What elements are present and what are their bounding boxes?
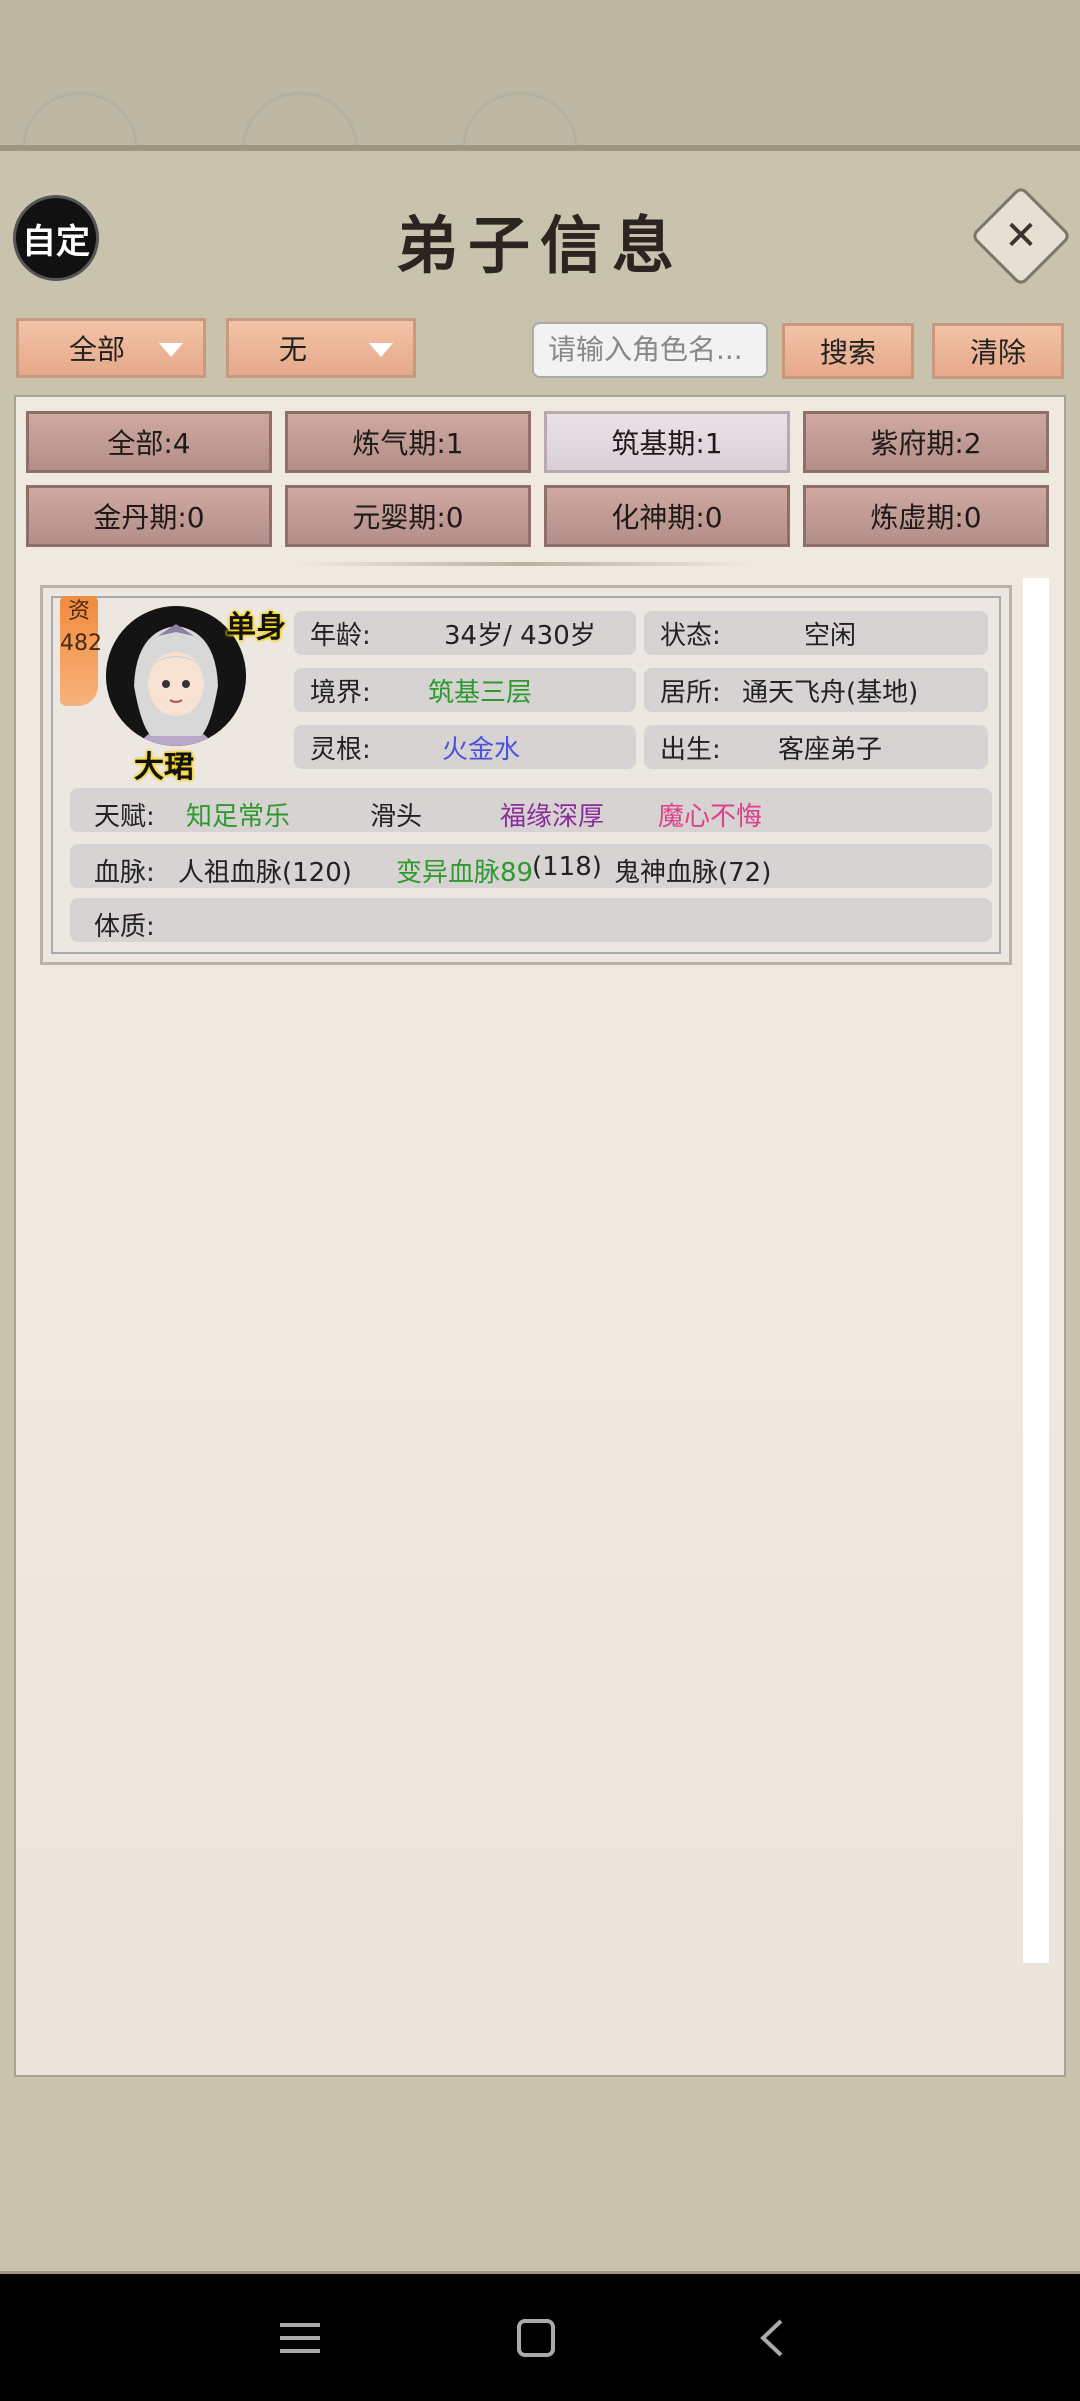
- birth-label: 出生:: [660, 734, 721, 765]
- status-label: 状态:: [660, 620, 721, 651]
- scrollbar[interactable]: [1023, 578, 1049, 1963]
- physique-row: 体质:: [70, 898, 992, 942]
- realm-field: 境界: 筑基三层: [294, 668, 636, 712]
- status-value: 空闲: [804, 620, 857, 651]
- bloodline-item: 鬼神血脉(72): [614, 858, 772, 888]
- character-portrait-icon: [106, 606, 246, 746]
- residence-label: 居所:: [660, 677, 721, 708]
- dropdown-value: 全部: [69, 333, 126, 366]
- divider: [300, 562, 750, 566]
- aptitude-badge: 资 482: [60, 596, 102, 706]
- stage-tab-spirit-transform[interactable]: 化神期:0: [544, 485, 790, 547]
- single-status-tag: 单身: [226, 610, 286, 645]
- bloodline-item: 变异血脉89: [396, 858, 534, 888]
- bamboo-decoration: [16, 1375, 1064, 2075]
- talent-item: 滑头: [370, 802, 423, 832]
- talent-row: 天赋: 知足常乐 滑头 福缘深厚 魔心不悔: [70, 788, 992, 832]
- top-wave-decoration: [0, 0, 1080, 150]
- dropdown-arrow-icon: [369, 343, 393, 357]
- bloodline-row: 血脉: 人祖血脉(120) 变异血脉89 (118) 鬼神血脉(72): [70, 844, 992, 888]
- page-title: 弟子信息: [395, 209, 684, 282]
- custom-button[interactable]: 自定: [16, 198, 96, 278]
- aptitude-label: 资: [67, 599, 90, 624]
- filter-dropdown-all[interactable]: 全部: [16, 318, 206, 378]
- avatar[interactable]: [106, 606, 246, 746]
- physique-label: 体质:: [94, 912, 155, 942]
- residence-value: 通天飞舟(基地): [742, 677, 919, 708]
- spirit-root-value: 火金水: [442, 734, 521, 765]
- stage-tab-all[interactable]: 全部:4: [26, 411, 272, 473]
- stage-tab-golden-core[interactable]: 金丹期:0: [26, 485, 272, 547]
- bloodline-label: 血脉:: [94, 858, 155, 888]
- talent-label: 天赋:: [94, 802, 155, 832]
- residence-field: 居所: 通天飞舟(基地): [644, 668, 988, 712]
- talent-item: 知足常乐: [186, 802, 291, 832]
- dropdown-value: 无: [279, 333, 308, 366]
- filter-dropdown-none[interactable]: 无: [226, 318, 416, 378]
- birth-value: 客座弟子: [778, 734, 883, 765]
- spirit-root-field: 灵根: 火金水: [294, 725, 636, 769]
- stage-tab-qi-refining[interactable]: 炼气期:1: [285, 411, 531, 473]
- stage-tab-void-refining[interactable]: 炼虚期:0: [803, 485, 1049, 547]
- close-icon: ✕: [1004, 213, 1038, 259]
- stage-tab-foundation[interactable]: 筑基期:1: [544, 411, 790, 473]
- bloodline-item: 人祖血脉(120): [178, 858, 352, 888]
- spirit-root-label: 灵根:: [310, 734, 371, 765]
- back-chevron-icon[interactable]: [732, 2274, 812, 2401]
- system-navbar: [0, 2274, 1080, 2401]
- bloodline-item: (118): [532, 852, 602, 882]
- status-field: 状态: 空闲: [644, 611, 988, 655]
- birth-field: 出生: 客座弟子: [644, 725, 988, 769]
- talent-item: 魔心不悔: [658, 802, 763, 832]
- menu-icon[interactable]: [260, 2274, 340, 2401]
- realm-label: 境界:: [310, 677, 371, 708]
- home-square-icon[interactable]: [496, 2274, 576, 2401]
- search-button[interactable]: 搜索: [782, 323, 914, 379]
- dropdown-arrow-icon: [159, 343, 183, 357]
- clear-button[interactable]: 清除: [932, 323, 1064, 379]
- stage-tab-purple-mansion[interactable]: 紫府期:2: [803, 411, 1049, 473]
- talent-item: 福缘深厚: [500, 802, 605, 832]
- aptitude-value: 482: [60, 631, 102, 656]
- realm-value: 筑基三层: [428, 677, 533, 708]
- age-value: 34岁/ 430岁: [444, 620, 596, 651]
- disciple-name: 大珺: [134, 750, 194, 785]
- search-input[interactable]: 请输入角色名...: [532, 322, 768, 378]
- age-field: 年龄: 34岁/ 430岁: [294, 611, 636, 655]
- stage-tab-nascent-soul[interactable]: 元婴期:0: [285, 485, 531, 547]
- age-label: 年龄:: [310, 620, 371, 651]
